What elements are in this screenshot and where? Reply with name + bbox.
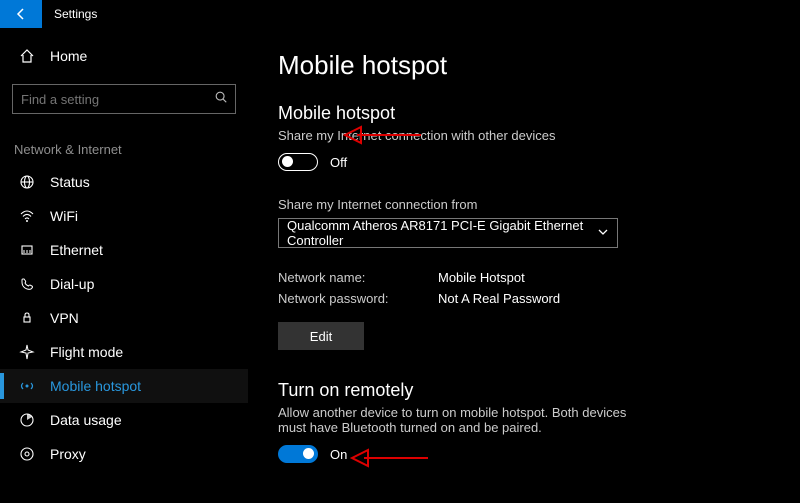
ethernet-icon	[18, 242, 36, 258]
main-content: Mobile hotspot Mobile hotspot Share my I…	[248, 28, 800, 503]
data-icon	[18, 412, 36, 428]
sidebar-item-label: Flight mode	[50, 344, 123, 360]
hotspot-icon	[18, 378, 36, 394]
network-password-value: Not A Real Password	[438, 291, 560, 306]
network-password-row: Network password: Not A Real Password	[278, 291, 770, 306]
sidebar-item-vpn[interactable]: VPN	[0, 301, 248, 335]
sidebar-item-label: Mobile hotspot	[50, 378, 141, 394]
wifi-icon	[18, 208, 36, 224]
vpn-icon	[18, 310, 36, 326]
sidebar-item-status[interactable]: Status	[0, 165, 248, 199]
sidebar: Home Network & Internet Status WiFi Ethe…	[0, 28, 248, 503]
globe-icon	[18, 174, 36, 190]
sidebar-item-dialup[interactable]: Dial-up	[0, 267, 248, 301]
sidebar-item-label: VPN	[50, 310, 79, 326]
toggle-track	[278, 153, 318, 171]
sidebar-item-mobilehotspot[interactable]: Mobile hotspot	[0, 369, 248, 403]
proxy-icon	[18, 446, 36, 462]
hotspot-heading: Mobile hotspot	[278, 103, 770, 124]
sidebar-item-label: Proxy	[50, 446, 86, 462]
share-from-dropdown[interactable]: Qualcomm Atheros AR8171 PCI-E Gigabit Et…	[278, 218, 618, 248]
edit-button[interactable]: Edit	[278, 322, 364, 350]
network-password-label: Network password:	[278, 291, 408, 306]
phone-icon	[18, 276, 36, 292]
toggle-track	[278, 445, 318, 463]
search-icon	[214, 90, 228, 107]
back-button[interactable]	[0, 0, 42, 28]
network-name-row: Network name: Mobile Hotspot	[278, 270, 770, 285]
share-from-label: Share my Internet connection from	[278, 197, 770, 212]
toggle-knob	[303, 448, 314, 459]
airplane-icon	[18, 344, 36, 360]
sidebar-home-label: Home	[50, 48, 87, 64]
remote-toggle[interactable]: On	[278, 445, 770, 463]
sidebar-item-label: Data usage	[50, 412, 122, 428]
remote-heading: Turn on remotely	[278, 380, 770, 401]
sidebar-item-wifi[interactable]: WiFi	[0, 199, 248, 233]
sidebar-item-label: Ethernet	[50, 242, 103, 258]
sidebar-item-ethernet[interactable]: Ethernet	[0, 233, 248, 267]
sidebar-home[interactable]: Home	[0, 42, 248, 70]
toggle-label: Off	[330, 155, 347, 170]
sidebar-item-flightmode[interactable]: Flight mode	[0, 335, 248, 369]
dropdown-value: Qualcomm Atheros AR8171 PCI-E Gigabit Et…	[287, 218, 597, 248]
titlebar: Settings	[0, 0, 800, 28]
sidebar-category: Network & Internet	[14, 142, 248, 157]
sidebar-item-label: Status	[50, 174, 90, 190]
home-icon	[18, 48, 36, 64]
hotspot-desc: Share my Internet connection with other …	[278, 128, 770, 143]
sidebar-item-label: WiFi	[50, 208, 78, 224]
sidebar-item-proxy[interactable]: Proxy	[0, 437, 248, 471]
toggle-label: On	[330, 447, 347, 462]
remote-desc: Allow another device to turn on mobile h…	[278, 405, 658, 435]
sidebar-item-datausage[interactable]: Data usage	[0, 403, 248, 437]
page-title: Mobile hotspot	[278, 50, 770, 81]
sidebar-item-label: Dial-up	[50, 276, 94, 292]
network-name-value: Mobile Hotspot	[438, 270, 525, 285]
network-name-label: Network name:	[278, 270, 408, 285]
chevron-down-icon	[597, 226, 609, 241]
hotspot-toggle[interactable]: Off	[278, 153, 770, 171]
search-input[interactable]	[12, 84, 236, 114]
toggle-knob	[282, 156, 293, 167]
search-wrap	[12, 84, 236, 114]
arrow-left-icon	[13, 6, 29, 22]
app-title: Settings	[54, 7, 97, 21]
